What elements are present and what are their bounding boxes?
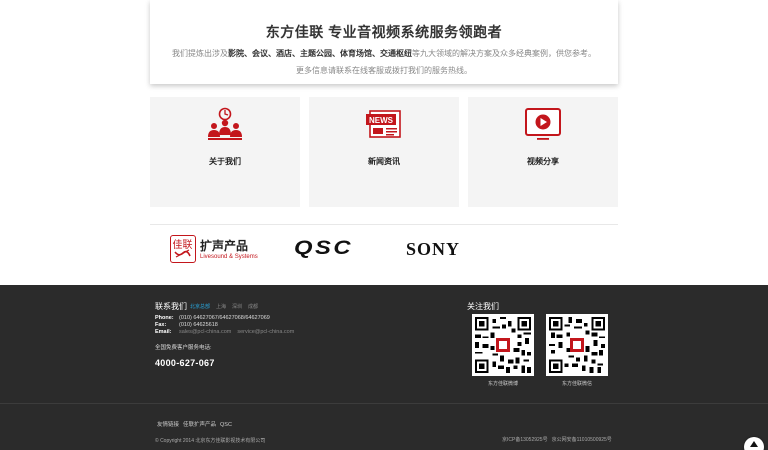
qr-code-weibo — [472, 314, 534, 376]
footer-links: 友情链接 佳联扩声产品 QSC — [157, 420, 236, 428]
intro-contact-note: 更多信息请联系在线客服或拨打我们的服务热线。 — [296, 66, 472, 75]
city-tabs: 北京总部 上海 深圳 成都 — [190, 303, 264, 310]
tile-news[interactable]: NEWS 新闻资讯 — [309, 97, 459, 207]
tile-news-label: 新闻资讯 — [368, 157, 400, 166]
video-play-icon — [525, 108, 561, 140]
jialian-brand-subtitle: Livesound & Systems — [200, 254, 258, 260]
fax-row: Fax: (010) 64625618 — [155, 322, 218, 328]
qr-wechat-label: 东方佳联微信 — [561, 381, 592, 387]
follow-title: 关注我们 — [467, 302, 499, 311]
tile-video-label: 视频分享 — [527, 157, 559, 166]
page-title: 东方佳联 专业音视频系统服务领跑者 — [265, 24, 503, 40]
fax-label: Fax: — [155, 322, 167, 328]
qr-weibo-label: 东方佳联微博 — [487, 381, 518, 387]
link-qsc[interactable]: QSC — [220, 422, 232, 428]
brand-jialian-livesound[interactable]: 佳联 扩声产品 Livesound & Systems — [170, 234, 260, 264]
hotline-label: 全国免费客户服务电话: — [155, 345, 212, 351]
city-tab-shenzhen[interactable]: 深圳 — [232, 304, 242, 310]
email-label: Email: — [155, 329, 172, 335]
tile-about-us[interactable]: 关于我们 — [150, 97, 300, 207]
jialian-brand-name: 扩声产品 — [200, 239, 249, 253]
phone-value: (010) 64627067/64627068/64627069 — [179, 315, 270, 321]
copyright-text: © Copyright 2014 北京东方佳联影视技术有限公司 — [155, 438, 266, 444]
svg-text:NEWS: NEWS — [369, 116, 394, 125]
brand-qsc-logo[interactable]: QSC — [294, 238, 353, 260]
jialian-seal-logo: 佳联 — [170, 235, 196, 263]
back-to-top-button[interactable] — [744, 437, 764, 450]
hotline-number: 4000-627-067 — [155, 358, 215, 368]
brand-sony-logo[interactable]: SONY — [406, 239, 460, 260]
footer-divider — [0, 403, 768, 404]
intro-desc-highlight: 影院、会议、酒店、主题公园、体育场馆、交通枢纽 — [228, 49, 412, 58]
qr-code-wechat — [546, 314, 608, 376]
qr-wechat-icon — [549, 317, 605, 373]
phone-row: Phone: (010) 64627067/64627068/64627069 — [155, 315, 270, 321]
tile-video-share[interactable]: 视频分享 — [468, 97, 618, 207]
qr-weibo-icon — [475, 317, 531, 373]
city-tab-shanghai[interactable]: 上海 — [216, 304, 226, 310]
contact-title: 联系我们 — [155, 302, 187, 311]
site-footer: 联系我们 北京总部 上海 深圳 成都 Phone: (010) 64627067/646… — [0, 285, 768, 450]
intro-card: 东方佳联 专业音视频系统服务领跑者 我们提炼出涉及影院、会议、酒店、主题公园、体… — [150, 0, 618, 84]
svg-text:佳联: 佳联 — [173, 238, 193, 251]
city-tab-chengdu[interactable]: 成都 — [248, 304, 258, 310]
phone-label: Phone: — [155, 315, 174, 321]
police-number[interactable]: 京公网安备11010500925号 — [552, 437, 612, 443]
city-tab-beijing[interactable]: 北京总部 — [190, 304, 210, 310]
news-icon: NEWS — [366, 110, 401, 138]
email-row: Email: sales@pcl-china.com service@pcl-chi… — [155, 329, 294, 335]
email-service-link[interactable]: service@pcl-china.com — [237, 329, 294, 335]
arrow-up-icon — [750, 441, 758, 447]
team-icon — [208, 107, 242, 140]
icp-number[interactable]: 京ICP备13052925号 — [502, 437, 548, 443]
link-friendly-links[interactable]: 友情链接 — [157, 422, 179, 428]
intro-description: 我们提炼出涉及影院、会议、酒店、主题公园、体育场馆、交通枢纽等九大领域的解决方案… — [150, 48, 618, 59]
link-jialian-products[interactable]: 佳联扩声产品 — [183, 422, 216, 428]
beian-info: 京ICP备13052925号 京公网安备11010500925号 — [502, 436, 616, 443]
brand-divider — [150, 224, 618, 225]
tile-about-label: 关于我们 — [209, 157, 241, 166]
intro-desc-pre: 我们提炼出涉及 — [172, 49, 228, 58]
intro-desc-post: 等九大领域的解决方案及众多经典案例，供您参考。 — [412, 49, 596, 58]
fax-value: (010) 64625618 — [179, 322, 218, 328]
email-sales-link[interactable]: sales@pcl-china.com — [179, 329, 231, 335]
